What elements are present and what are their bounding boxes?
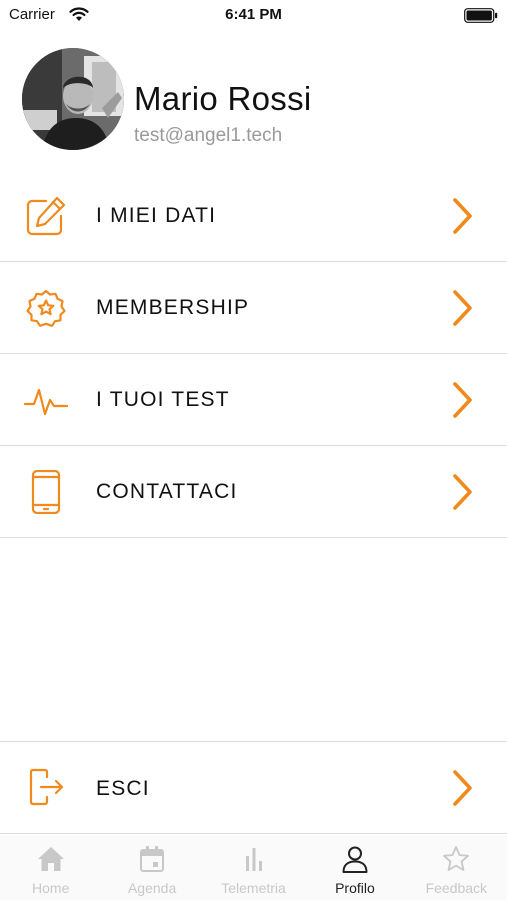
user-icon — [342, 846, 368, 873]
calendar-icon — [140, 846, 165, 872]
pulse-icon — [24, 388, 68, 416]
status-bar: Carrier 6:41 PM — [0, 0, 507, 30]
profile-header: Mario Rossi test@angel1.tech — [0, 40, 507, 160]
battery-icon — [464, 8, 498, 23]
tab-telemetry[interactable]: Telemetria — [203, 835, 304, 900]
profile-email: test@angel1.tech — [134, 125, 283, 146]
chevron-right-icon — [453, 382, 472, 418]
edit-icon — [26, 196, 66, 236]
menu-item-label: I MIEI DATI — [96, 204, 217, 227]
tab-bar: Home Agenda Telemetria Profilo Feedback — [0, 835, 507, 900]
status-time: 6:41 PM — [225, 6, 282, 23]
tab-label: Telemetria — [221, 880, 286, 896]
tab-label: Home — [32, 880, 70, 896]
tab-home[interactable]: Home — [0, 835, 101, 900]
chevron-right-icon — [453, 198, 472, 234]
menu-item-label: I TUOI TEST — [96, 388, 230, 411]
logout-button[interactable]: ESCI — [0, 741, 507, 834]
home-icon — [37, 847, 64, 871]
profile-menu: I MIEI DATI MEMBERSHIP I TUOI TEST CONTA… — [0, 170, 507, 538]
avatar-photo — [22, 48, 124, 150]
menu-item-label: CONTATTACI — [96, 480, 238, 503]
profile-name: Mario Rossi — [134, 80, 312, 117]
tab-label: Agenda — [127, 880, 177, 896]
logout-icon — [29, 768, 64, 806]
tab-profile[interactable]: Profilo — [304, 835, 405, 900]
tab-label: Feedback — [425, 880, 488, 896]
bar-chart-icon — [245, 848, 262, 871]
tab-agenda[interactable]: Agenda — [101, 835, 202, 900]
chevron-right-icon — [453, 770, 472, 806]
tab-feedback[interactable]: Feedback — [406, 835, 507, 900]
chevron-right-icon — [453, 290, 472, 326]
menu-item-membership[interactable]: MEMBERSHIP — [0, 262, 507, 354]
smartphone-icon — [31, 470, 61, 514]
logout-label: ESCI — [96, 777, 150, 800]
badge-star-icon — [26, 289, 66, 327]
star-icon — [443, 846, 470, 871]
menu-item-contact-us[interactable]: CONTATTACI — [0, 446, 507, 538]
avatar[interactable] — [22, 48, 124, 150]
chevron-right-icon — [453, 474, 472, 510]
menu-item-your-tests[interactable]: I TUOI TEST — [0, 354, 507, 446]
menu-item-my-data[interactable]: I MIEI DATI — [0, 170, 507, 262]
menu-item-label: MEMBERSHIP — [96, 296, 250, 319]
tab-label: Profilo — [335, 880, 375, 896]
